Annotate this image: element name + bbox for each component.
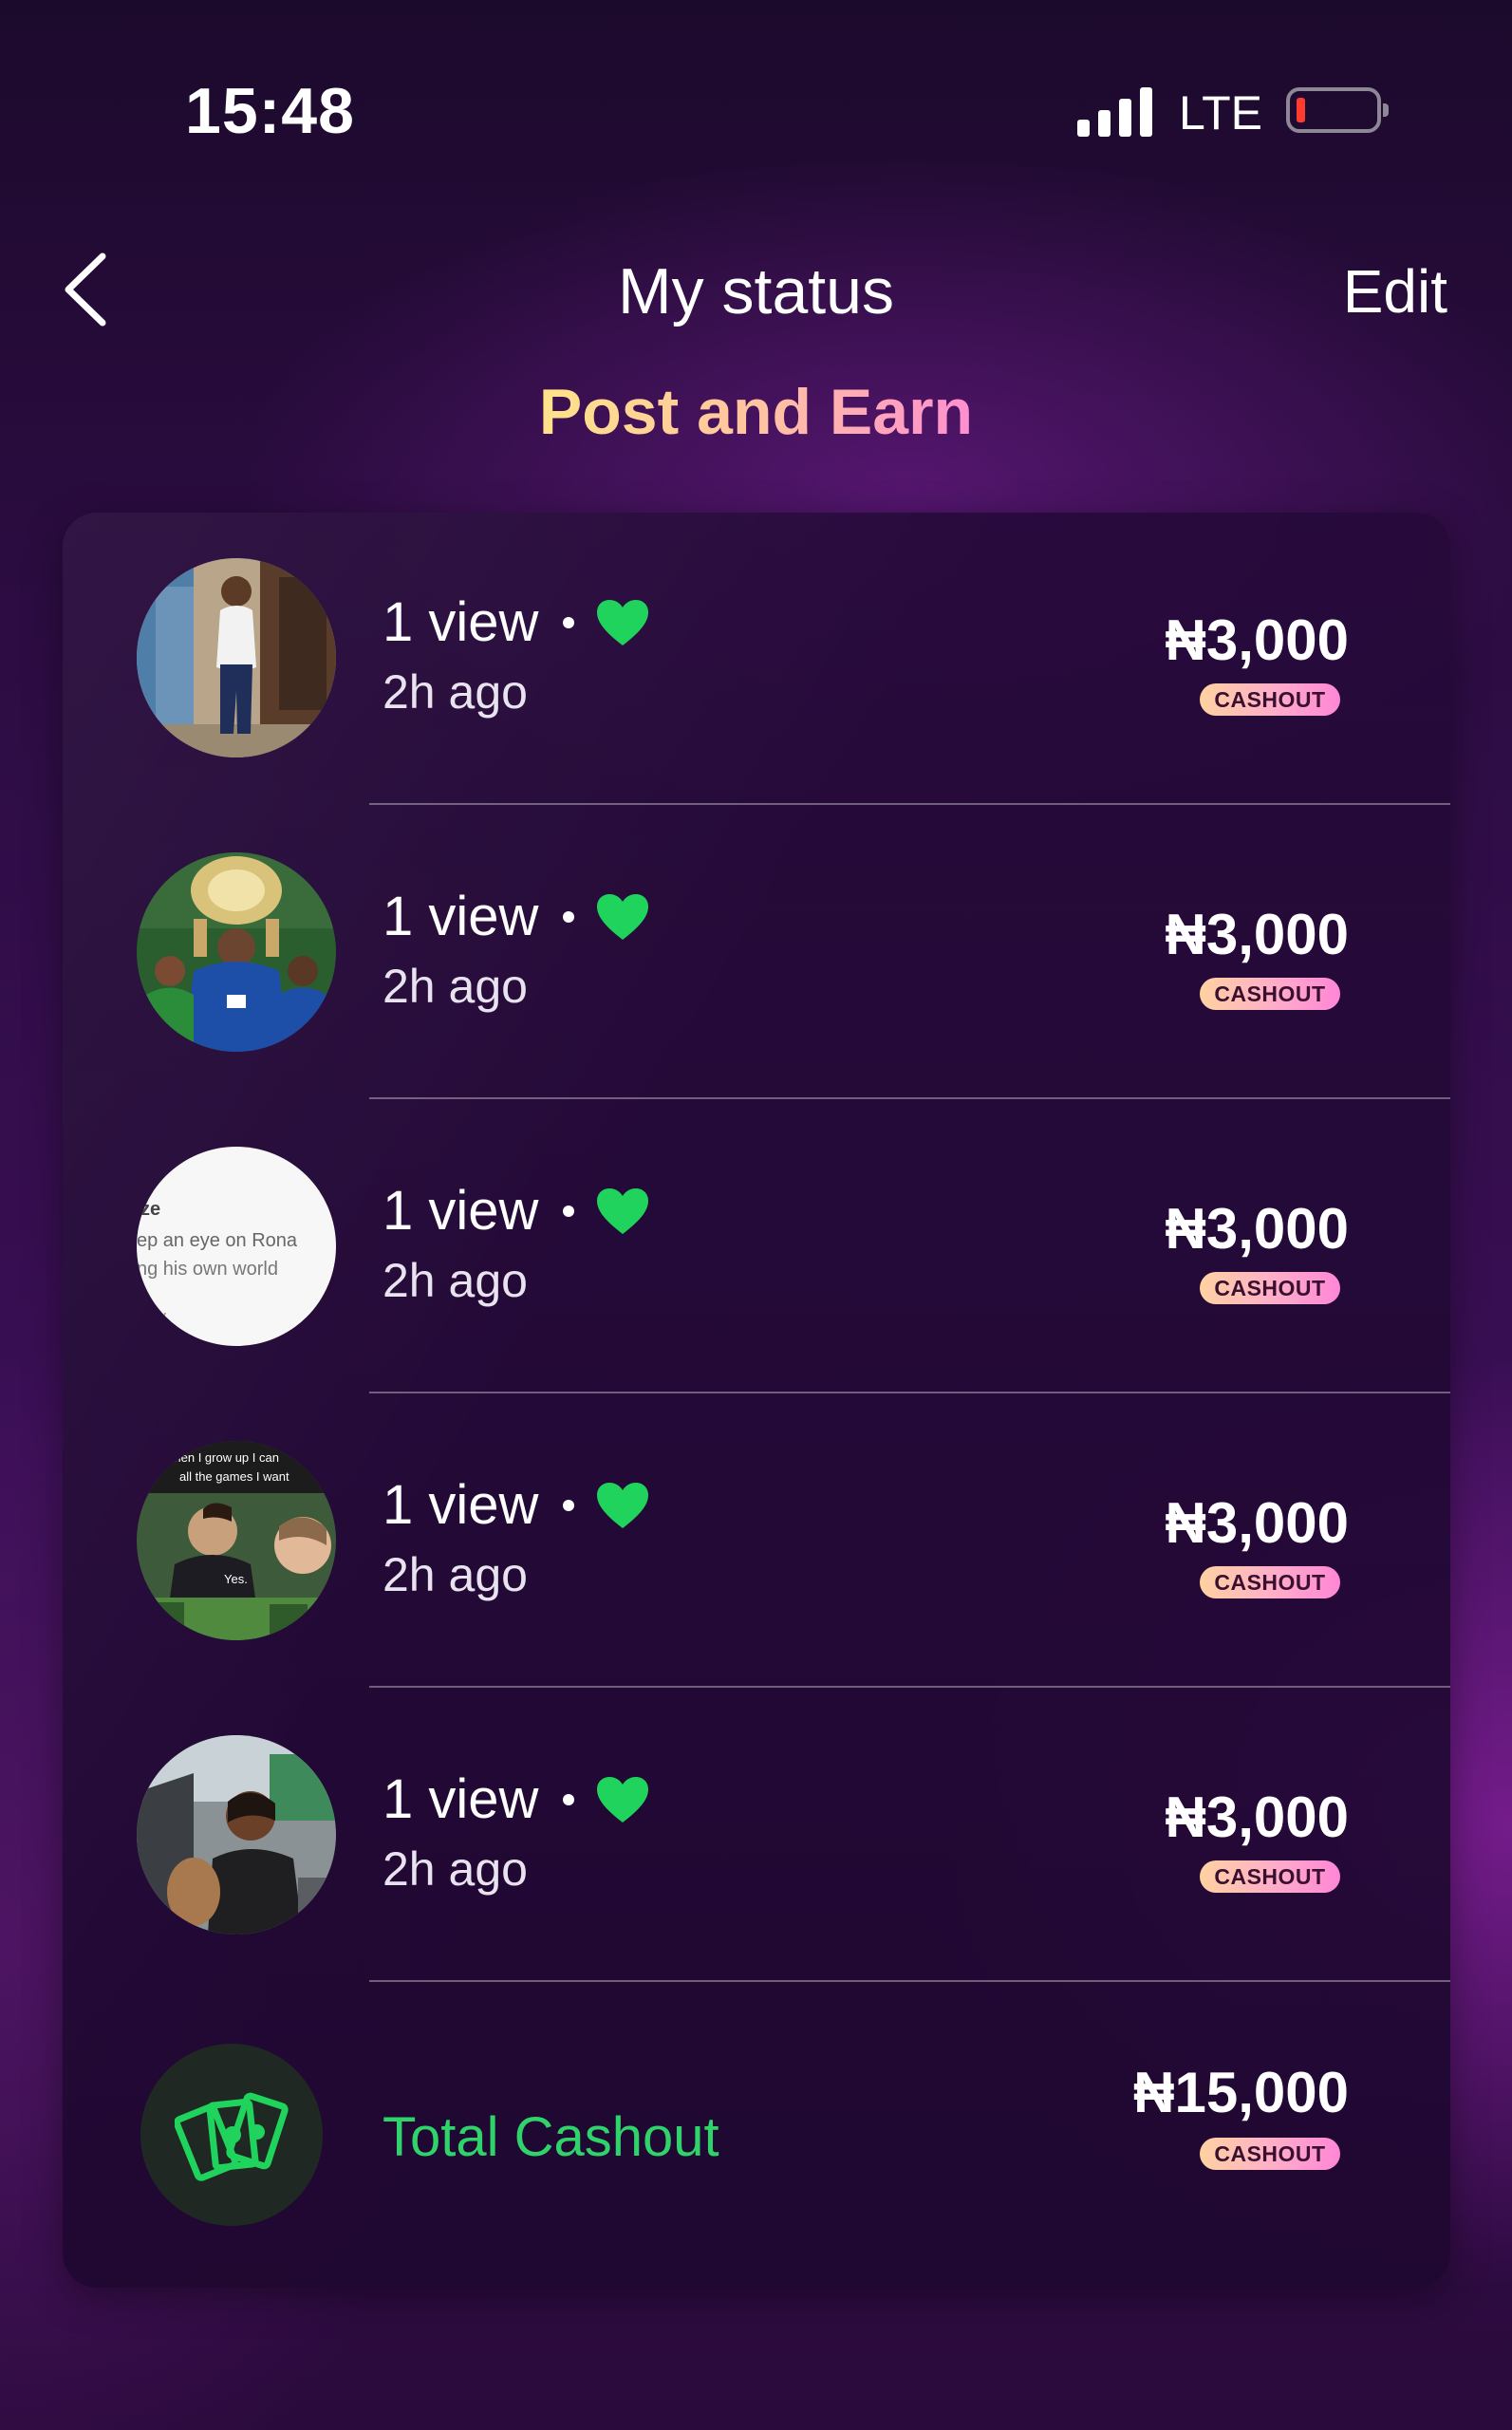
status-row[interactable]: 1 view 2h ago ₦3,000 CASHOUT <box>63 807 1450 1101</box>
earning-amount: ₦3,000 <box>1165 608 1349 672</box>
page-subtitle: Post and Earn <box>538 376 974 448</box>
network-label: LTE <box>1179 86 1262 140</box>
edit-button[interactable]: Edit <box>1343 256 1447 327</box>
total-cashout-amount: ₦15,000 <box>1133 2061 1349 2124</box>
status-thumbnail[interactable]: ze ep an eye on Rona ng his own world il… <box>137 1147 336 1346</box>
status-thumbnail[interactable] <box>137 1735 336 1935</box>
total-cashout-button[interactable]: CASHOUT <box>1200 2138 1340 2170</box>
total-cashout-icon-badge <box>140 2044 323 2226</box>
time-ago: 2h ago <box>383 1842 528 1896</box>
battery-icon <box>1286 87 1389 133</box>
status-bar: 15:48 LTE <box>0 0 1512 209</box>
earning-amount: ₦3,000 <box>1165 1785 1349 1849</box>
total-cashout-label: Total Cashout <box>383 2106 719 2168</box>
status-row[interactable]: 1 view 2h ago ₦3,000 CASHOUT <box>63 1690 1450 1984</box>
earning-amount: ₦3,000 <box>1165 903 1349 966</box>
divider <box>369 1392 1450 1393</box>
view-count: 1 view <box>383 885 650 948</box>
status-row[interactable]: ze ep an eye on Rona ng his own world il… <box>63 1101 1450 1395</box>
svg-text:when I grow up I can: when I grow up I can <box>164 1450 279 1465</box>
status-thumbnail[interactable] <box>137 852 336 1052</box>
cashout-badge[interactable]: CASHOUT <box>1200 683 1340 716</box>
view-count: 1 view <box>383 590 650 654</box>
svg-text:Yes.: Yes. <box>224 1572 248 1586</box>
cashout-badge[interactable]: CASHOUT <box>1200 978 1340 1010</box>
cashout-badge[interactable]: CASHOUT <box>1200 1272 1340 1304</box>
divider <box>369 1686 1450 1688</box>
view-count: 1 view <box>383 1767 650 1831</box>
time-ago: 2h ago <box>383 1548 528 1601</box>
status-thumbnail[interactable] <box>137 558 336 757</box>
divider <box>369 1980 1450 1982</box>
earning-amount: ₦3,000 <box>1165 1197 1349 1261</box>
heart-icon <box>597 893 649 940</box>
svg-text:all the games I want: all the games I want <box>179 1469 289 1484</box>
heart-icon <box>597 1482 649 1528</box>
divider <box>369 1097 1450 1099</box>
time-ago: 2h ago <box>383 1254 528 1307</box>
status-row[interactable]: 1 view 2h ago ₦3,000 CASHOUT <box>63 513 1450 807</box>
view-count: 1 view <box>383 1179 650 1243</box>
svg-text:ily: ily <box>150 1307 166 1326</box>
status-list-card: 1 view 2h ago ₦3,000 CASHOUT 1 view 2h a… <box>63 513 1450 2288</box>
svg-text:ze: ze <box>140 1199 160 1220</box>
heart-icon <box>597 599 649 645</box>
view-count: 1 view <box>383 1473 650 1537</box>
cashout-badge[interactable]: CASHOUT <box>1200 1860 1340 1893</box>
status-thumbnail[interactable]: when I grow up I can all the games I wan… <box>137 1441 336 1640</box>
time-ago: 2h ago <box>383 665 528 719</box>
divider <box>369 803 1450 805</box>
heart-icon <box>597 1187 649 1234</box>
status-row[interactable]: when I grow up I can all the games I wan… <box>63 1395 1450 1690</box>
earning-amount: ₦3,000 <box>1165 1491 1349 1555</box>
page-title: My status <box>618 255 894 327</box>
cashout-badge[interactable]: CASHOUT <box>1200 1566 1340 1598</box>
svg-text:ep an eye on Rona: ep an eye on Rona <box>137 1230 298 1251</box>
clock: 15:48 <box>185 75 355 147</box>
svg-text:ng his own world: ng his own world <box>137 1259 278 1280</box>
cash-stack-icon <box>175 2092 289 2181</box>
signal-icon <box>1077 87 1153 137</box>
heart-icon <box>597 1776 649 1822</box>
time-ago: 2h ago <box>383 960 528 1013</box>
